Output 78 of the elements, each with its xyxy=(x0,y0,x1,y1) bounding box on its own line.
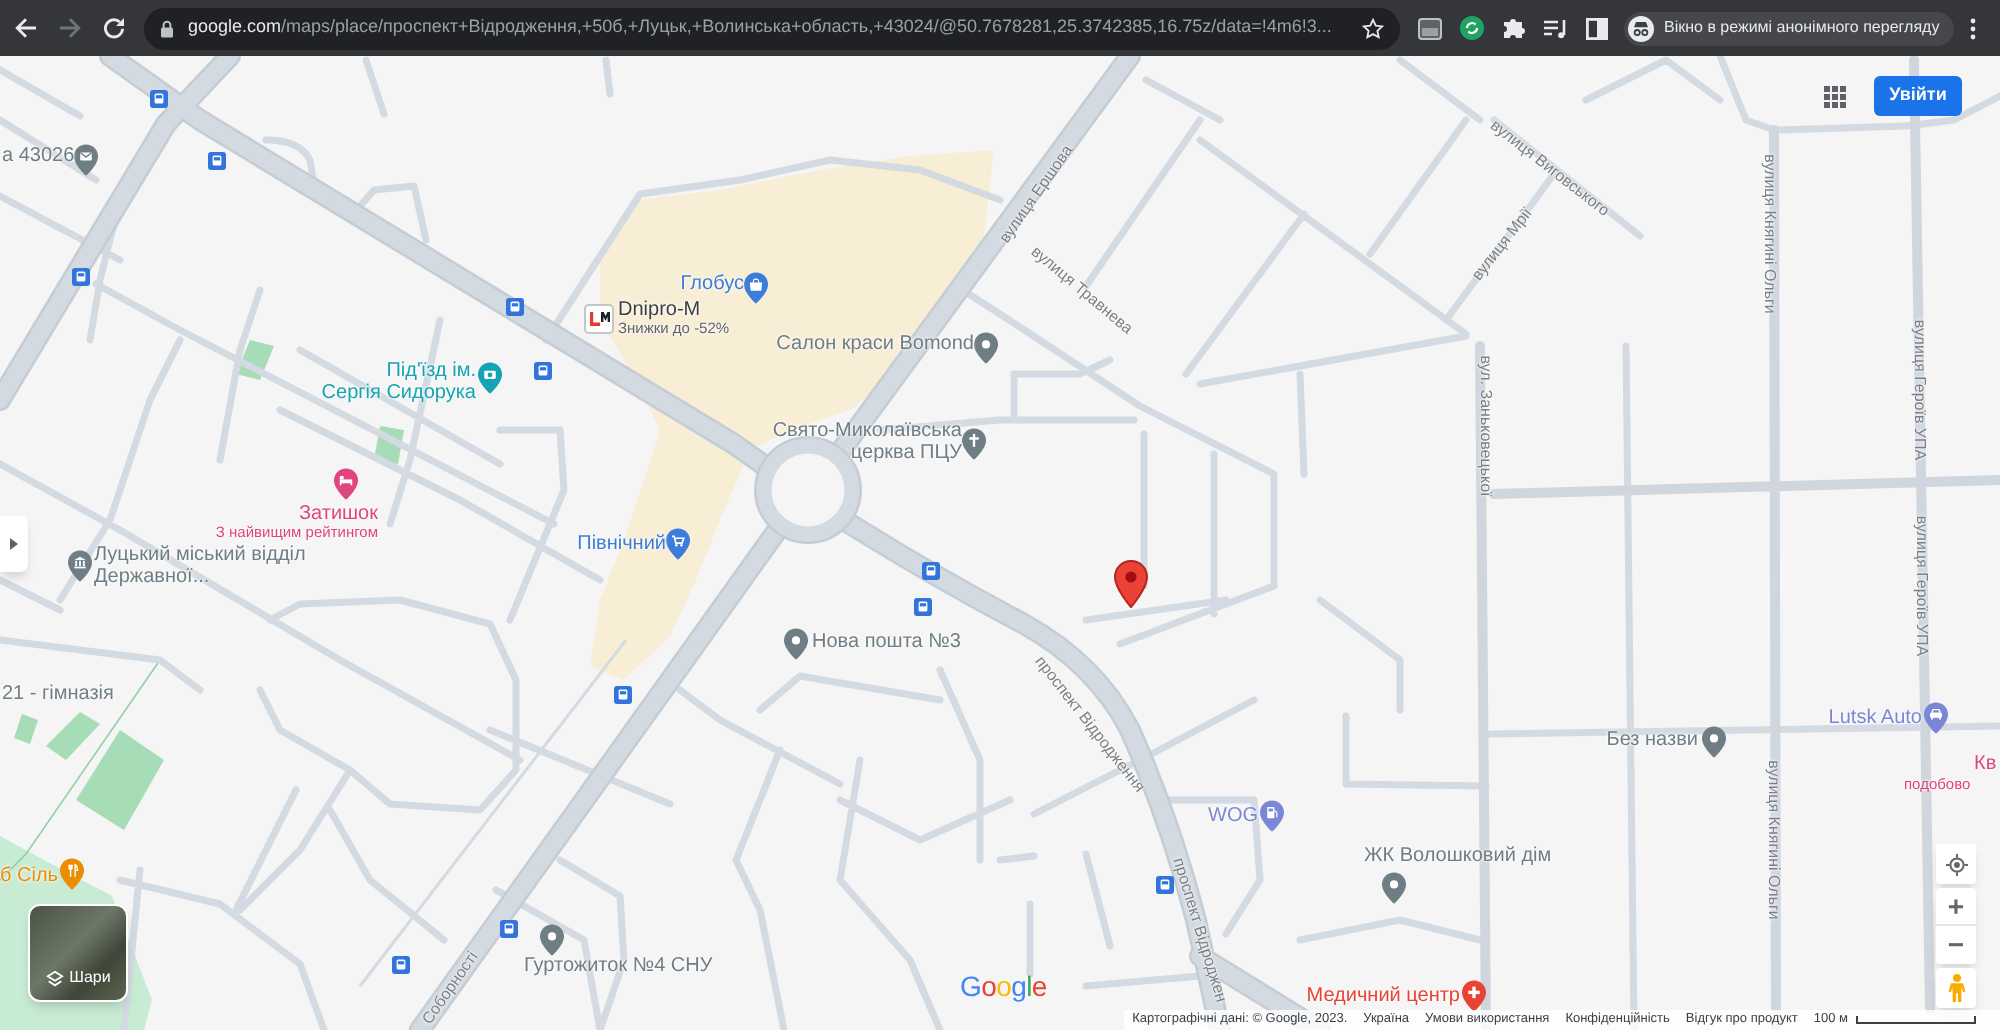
medical-cross-pin-icon[interactable] xyxy=(1462,980,1486,1012)
incognito-profile-button[interactable]: Вікно в режимі анонімного перегляду xyxy=(1624,11,1954,45)
caret-right-icon xyxy=(10,538,18,550)
zoom-in-button[interactable]: + xyxy=(1936,888,1976,926)
street-label: вулиця Героїв УПА xyxy=(1913,515,1931,657)
place-label[interactable]: Північний xyxy=(577,533,666,555)
bus-stop-icon[interactable] xyxy=(913,597,931,615)
place-label[interactable]: Глобус xyxy=(680,273,744,295)
street-label: вул. Заньковецької xyxy=(1477,355,1495,497)
store-logo-icon[interactable] xyxy=(584,304,614,334)
place-label[interactable]: а 43026 xyxy=(2,145,75,167)
bus-stop-icon[interactable] xyxy=(1155,875,1173,893)
place-label[interactable]: б Сіль xyxy=(0,865,58,887)
place-label[interactable]: Медичний центр xyxy=(1306,985,1460,1007)
sign-in-button[interactable]: Увійти xyxy=(1874,76,1962,116)
address-bar[interactable]: google.com/maps/place/проспект+Відродження,+50б,+Луцьк,+Волинська+область,+43024/@50.7678281,25.3742385,16.75z/data=!4m6!3... xyxy=(144,7,1400,49)
layers-button[interactable]: Шари xyxy=(28,904,128,1002)
place-label[interactable]: 21 - гімназія xyxy=(2,683,114,705)
camera-pin-icon[interactable] xyxy=(478,362,502,394)
map-pin-icon[interactable] xyxy=(974,332,998,364)
place-label[interactable]: Без назви xyxy=(1606,729,1698,751)
bus-stop-icon[interactable] xyxy=(613,685,631,703)
puzzle-piece-icon[interactable] xyxy=(1502,16,1526,40)
map-pin-icon[interactable] xyxy=(540,924,564,956)
place-label[interactable]: WOG xyxy=(1208,805,1258,827)
shopping-cart-pin-icon[interactable] xyxy=(666,528,690,560)
fork-knife-pin-icon[interactable] xyxy=(60,858,84,890)
place-label[interactable]: ЖК Волошковий дім xyxy=(1364,845,1552,867)
location-marker-icon[interactable] xyxy=(1114,560,1148,608)
place-label[interactable]: Lutsk Auto xyxy=(1828,707,1922,729)
car-pin-icon[interactable] xyxy=(1924,702,1948,734)
place-label[interactable]: Свято-Миколаївська церква ПЦУ xyxy=(772,420,962,464)
place-label[interactable]: Луцький міський відділ Державної... xyxy=(94,544,306,588)
tab-thumbnail-icon[interactable] xyxy=(1418,17,1442,39)
more-menu-icon[interactable] xyxy=(1969,17,1976,39)
place-label[interactable]: Кв xyxy=(1974,753,1997,775)
scale-bar xyxy=(1856,1016,1976,1024)
place-label[interactable]: Нова пошта №3 xyxy=(812,631,961,653)
side-panel-icon[interactable] xyxy=(1586,17,1608,39)
lock-icon xyxy=(160,19,174,37)
shopping-bag-pin-icon[interactable] xyxy=(744,272,768,304)
park-area xyxy=(374,426,404,464)
media-list-icon[interactable] xyxy=(1544,17,1568,39)
mail-pin-icon[interactable] xyxy=(74,144,98,176)
apps-grid-icon[interactable] xyxy=(1824,86,1846,108)
street-label: вулиця Героїв УПА xyxy=(1911,319,1929,461)
park-area xyxy=(14,714,38,744)
street-label: вулиця Княгині Ольги xyxy=(1765,760,1783,920)
map-pin-icon[interactable] xyxy=(784,628,808,660)
place-label[interactable]: Затишок xyxy=(298,503,378,525)
incognito-icon xyxy=(1628,15,1654,41)
bus-stop-icon[interactable] xyxy=(533,361,551,379)
place-label[interactable]: Салон краси Bomond xyxy=(776,333,974,355)
map-pin-icon[interactable] xyxy=(1382,872,1406,904)
back-arrow-icon[interactable] xyxy=(14,16,38,40)
bookmark-star-icon[interactable] xyxy=(1362,17,1384,39)
forward-arrow-icon[interactable] xyxy=(58,16,82,40)
bed-pin-icon[interactable] xyxy=(334,468,358,500)
my-location-button[interactable] xyxy=(1936,844,1976,884)
cross-pin-icon[interactable] xyxy=(962,428,986,460)
reload-icon[interactable] xyxy=(102,16,126,40)
park-area xyxy=(236,340,274,380)
street-label: вулиця Княгині Ольги xyxy=(1761,154,1779,314)
sync-circle-icon[interactable] xyxy=(1460,16,1484,40)
place-label[interactable]: Гуртожиток №4 СНУ xyxy=(524,955,713,977)
expand-panel-button[interactable] xyxy=(0,516,28,572)
person-figure-icon xyxy=(1947,974,1965,1002)
layers-icon xyxy=(45,970,64,988)
google-logo: Google xyxy=(960,970,1047,1002)
zoom-out-button[interactable]: − xyxy=(1936,926,1976,964)
fuel-pump-pin-icon[interactable] xyxy=(1260,800,1284,832)
map-pin-icon[interactable] xyxy=(1702,726,1726,758)
building-pin-icon[interactable] xyxy=(68,550,92,582)
bus-stop-icon[interactable] xyxy=(391,955,409,973)
bus-stop-icon[interactable] xyxy=(207,151,225,169)
crosshair-icon xyxy=(1945,853,1967,875)
place-label[interactable]: Dnipro-M xyxy=(618,299,701,321)
place-label[interactable]: Під'їзд ім. Сергія Сидорука xyxy=(321,360,476,404)
